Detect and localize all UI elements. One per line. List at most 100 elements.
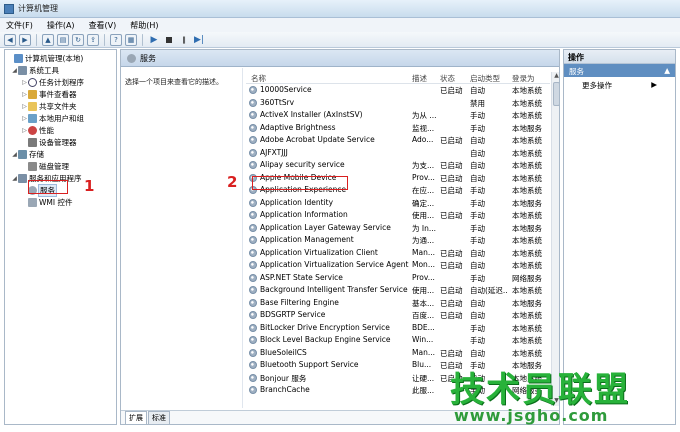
service-row[interactable]: Application Virtualization Service Agent… xyxy=(246,259,550,272)
service-name: Adaptive Brightness xyxy=(260,122,336,132)
service-row[interactable]: Block Level Backup Engine Service Win... 手… xyxy=(246,334,550,347)
service-startup-type: 手动 xyxy=(470,336,485,345)
pause-service-icon[interactable]: ‖ xyxy=(178,34,190,46)
show-tree-icon[interactable]: ▤ xyxy=(57,33,69,46)
clock-icon xyxy=(28,77,37,87)
service-startup-type: 自动 xyxy=(470,173,485,183)
tree-item-local-users-groups[interactable]: ▷ 本地用户和组 xyxy=(21,112,84,124)
tree-expander[interactable]: ▷ xyxy=(21,91,28,98)
menu-help[interactable]: 帮助(H) xyxy=(130,20,158,31)
tree-item-storage[interactable]: ◢ 存储 xyxy=(11,148,44,160)
service-status: 已启动 xyxy=(440,248,463,258)
column-header-description[interactable]: 描述 xyxy=(412,73,427,84)
service-gear-icon xyxy=(249,311,257,319)
service-description: 监视... xyxy=(412,123,435,133)
service-gear-icon xyxy=(249,111,257,119)
service-status: 已启动 xyxy=(440,173,463,183)
column-header-status[interactable]: 状态 xyxy=(440,73,455,84)
service-description: Blu... xyxy=(412,360,432,369)
tree-item-task-scheduler[interactable]: ▷ 任务计划程序 xyxy=(21,76,84,88)
help-icon[interactable]: ? xyxy=(110,33,122,46)
tree-expander[interactable]: ▷ xyxy=(21,103,28,110)
refresh-icon[interactable]: ↻ xyxy=(72,33,84,46)
service-gear-icon xyxy=(249,98,257,107)
service-gear-icon xyxy=(249,161,257,169)
menu-bar: 文件(F) 操作(A) 查看(V) 帮助(H) xyxy=(0,18,680,32)
service-name: AJFXTJJJ xyxy=(260,147,288,157)
tree-item-wmi-control[interactable]: WMI 控件 xyxy=(21,196,72,208)
service-row[interactable]: BlueSoleilCS Man... 已启动 自动 本地系统 xyxy=(246,347,550,360)
service-row[interactable]: Background Intelligent Transfer Service 使… xyxy=(246,284,550,297)
menu-file[interactable]: 文件(F) xyxy=(6,20,33,31)
service-row[interactable]: Adobe Acrobat Update Service Ado... 已启动 自动 本… xyxy=(246,134,550,147)
properties-icon[interactable]: ▦ xyxy=(125,33,137,46)
menu-view[interactable]: 查看(V) xyxy=(89,20,117,31)
service-name: Application Management xyxy=(260,235,354,244)
scroll-up-icon[interactable]: ▲ xyxy=(552,72,559,81)
tree-item-event-viewer[interactable]: ▷ 事件查看器 xyxy=(21,88,77,100)
column-header-log-on-as[interactable]: 登录为 xyxy=(512,73,535,84)
service-row[interactable]: AJFXTJJJ 自动 本地系统 xyxy=(246,147,550,160)
tree-item-system-tools[interactable]: ◢ 系统工具 xyxy=(11,64,59,76)
actions-section-services[interactable]: 服务 ▲ xyxy=(564,64,675,77)
column-header-name[interactable]: 名称 xyxy=(251,73,266,84)
service-status: 已启动 xyxy=(440,186,463,195)
restart-service-icon[interactable]: ▶| xyxy=(193,34,205,46)
tree-item-disk-management[interactable]: 磁盘管理 xyxy=(21,160,69,172)
service-row[interactable]: Base Filtering Engine 基本... 已启动 自动 本地服务 xyxy=(246,297,550,310)
service-row[interactable]: Application Identity 确定... 手动 本地服务 xyxy=(246,197,550,210)
tree-item-computer-management[interactable]: 计算机管理(本地) xyxy=(7,52,83,64)
scrollbar-thumb[interactable] xyxy=(553,82,559,106)
service-row[interactable]: BitLocker Drive Encryption Service BDE...… xyxy=(246,322,550,335)
services-gear-icon xyxy=(127,53,136,63)
start-service-icon[interactable]: ▶ xyxy=(148,34,160,46)
tree-expander[interactable]: ◢ xyxy=(11,175,18,182)
pane-title: 服务 xyxy=(140,53,156,63)
service-name: Bluetooth Support Service xyxy=(260,360,359,369)
service-row[interactable]: Adaptive Brightness 监视... 手动 本地服务 xyxy=(246,122,550,135)
service-row[interactable]: 360TtSrv 禁用 本地系统 xyxy=(246,97,550,110)
column-header-startup-type[interactable]: 启动类型 xyxy=(470,73,500,84)
tab-extended[interactable]: 扩展 xyxy=(125,411,147,424)
tree-expander[interactable]: ◢ xyxy=(11,151,18,158)
service-row[interactable]: Application Information 使用... 已启动 手动 本地系统 xyxy=(246,209,550,222)
service-description: Man... xyxy=(412,347,435,357)
service-status: 已启动 xyxy=(440,286,463,295)
menu-action[interactable]: 操作(A) xyxy=(47,20,75,31)
service-row[interactable]: Application Management 为通... 手动 本地系统 xyxy=(246,234,550,247)
tree-expander[interactable]: ▷ xyxy=(21,127,28,134)
back-icon[interactable]: ◀ xyxy=(4,33,16,46)
service-row[interactable]: ActiveX Installer (AxInstSV) 为从 ... 手动 本地系统 xyxy=(246,109,550,122)
service-description: 为从 ... xyxy=(412,111,437,120)
tree-expander[interactable]: ▷ xyxy=(21,79,28,86)
up-folder-icon[interactable]: ▲ xyxy=(42,33,54,46)
vertical-scrollbar[interactable]: ▲ ▼ xyxy=(551,72,559,406)
users-icon xyxy=(28,113,37,123)
stop-service-icon[interactable] xyxy=(163,34,175,46)
tree-item-shared-folders[interactable]: ▷ 共享文件夹 xyxy=(21,100,77,112)
toolbar-separator xyxy=(104,33,105,46)
service-row[interactable]: Application Layer Gateway Service 为 In...… xyxy=(246,222,550,235)
toolbar-separator xyxy=(142,33,143,46)
more-actions-item[interactable]: 更多操作 ▶ xyxy=(564,77,675,94)
tree-item-performance[interactable]: ▷ 性能 xyxy=(21,124,54,136)
service-row[interactable]: BDSGRTP Service 百度... 已启动 自动 本地系统 xyxy=(246,309,550,322)
service-row[interactable]: 10000Service 已启动 自动 本地系统 xyxy=(246,84,550,97)
tab-standard[interactable]: 标准 xyxy=(148,411,170,424)
service-gear-icon xyxy=(249,211,257,219)
service-gear-icon xyxy=(249,261,257,269)
service-row[interactable]: Alipay security service 为支... 已启动 自动 本地系统 xyxy=(246,159,550,172)
tree-item-device-manager[interactable]: 设备管理器 xyxy=(21,136,77,148)
service-description: 使用... xyxy=(412,211,435,220)
service-gear-icon xyxy=(249,223,257,232)
forward-icon[interactable]: ▶ xyxy=(19,33,31,46)
service-status: 已启动 xyxy=(440,298,463,308)
service-row[interactable]: Application Virtualization Client Man... 已… xyxy=(246,247,550,260)
tree-expander[interactable]: ◢ xyxy=(11,67,18,74)
tree-expander[interactable]: ▷ xyxy=(21,115,28,122)
service-row[interactable]: ASP.NET State Service Prov... 手动 网络服务 xyxy=(246,272,550,285)
export-list-icon[interactable]: ⇪ xyxy=(87,33,99,46)
service-name: BranchCache xyxy=(260,385,310,394)
tree-item-label: 本地用户和组 xyxy=(39,113,84,123)
service-log-on-as: 本地系统 xyxy=(512,186,542,195)
